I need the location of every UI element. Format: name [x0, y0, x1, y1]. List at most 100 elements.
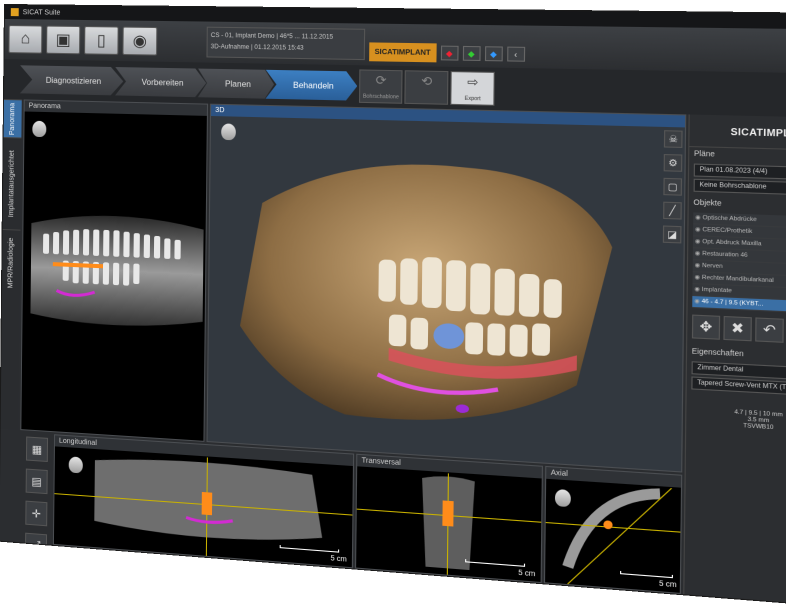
tree-row-label: Rechter Mandibularkanal [702, 275, 774, 285]
object-actions: ✥ ✖ ↶ ↷ [692, 315, 786, 345]
export-button[interactable]: ⇨ Export [451, 71, 496, 106]
brand-tab[interactable]: SICATIMPLANT [369, 42, 436, 62]
red-marker-icon: ◆ [446, 48, 453, 58]
layout-button[interactable]: ▦ [26, 436, 48, 462]
transversal-view[interactable]: Transversal 5 cm [355, 454, 543, 583]
eye-button[interactable]: ◉ [122, 27, 157, 56]
drill-template-edit-button[interactable]: ⟲ [405, 70, 449, 105]
move-button[interactable]: ✥ [692, 315, 720, 340]
scanner-icon: ▣ [56, 30, 71, 50]
gear-icon: ⚙ [668, 157, 677, 169]
bottom-left-tools: ▦ ▤ ✛ ⤢ [25, 436, 52, 566]
eye-icon[interactable]: ◉ [693, 274, 702, 281]
tab-implant-aligned[interactable]: Implantatausgerichtet [3, 137, 22, 230]
layout-icon: ▦ [32, 442, 42, 456]
scanner-button[interactable]: ▣ [46, 26, 80, 55]
tree-row-label: Restauration 46 [702, 251, 748, 259]
template-select[interactable]: Keine Bohrschablone [694, 179, 786, 196]
view-3d[interactable]: 3D ☠ ⚙ ▢ ╱ ◪ [207, 104, 687, 473]
right-panel: SICATIMPLANT Pläne Plan 01.08.2023 (4/4)… [683, 114, 786, 606]
tab-panorama[interactable]: Panorama [4, 99, 22, 137]
delete-icon: ✖ [731, 320, 744, 338]
clip-icon: ◪ [667, 228, 677, 240]
left-view-tabs: Panorama Implantatausgerichtet MPR/Radio… [1, 99, 22, 430]
tree-row-label: Implantate [702, 287, 732, 295]
skull-icon: ☠ [668, 133, 677, 145]
blue-marker-icon: ◆ [490, 49, 497, 59]
screen-icon: ▤ [31, 474, 41, 488]
tree-row-label: 46 - 4.7 | 9.5 (KYBT... [702, 299, 764, 308]
brand-logo-text: SICATIMPLANT [730, 126, 786, 139]
drill-edit-icon: ⟲ [421, 74, 432, 89]
undo-icon: ↶ [763, 321, 776, 339]
tab-mpr-radiology[interactable]: MPR/Radiologie [2, 229, 20, 296]
step-plan[interactable]: Planen [198, 69, 274, 99]
brand-logo: SICATIMPLANT [689, 115, 786, 151]
cube-view-button[interactable]: ▢ [663, 178, 682, 196]
collapse-button[interactable]: ‹ [507, 47, 525, 62]
orientation-head-icon-axial[interactable] [555, 489, 571, 507]
panorama-image [21, 113, 206, 425]
crosshair-move-icon: ✥ [700, 318, 713, 336]
settings-view-button[interactable]: ⚙ [664, 154, 683, 172]
eye-icon: ◉ [133, 31, 147, 52]
green-marker-button[interactable]: ◆ [462, 46, 480, 61]
skull-render [218, 119, 659, 454]
patient-line2: 3D-Aufnahme | 01.12.2015 15:43 [211, 42, 361, 56]
axial-view[interactable]: Axial 5 cm [544, 466, 682, 594]
eye-icon[interactable]: ◉ [692, 298, 701, 305]
scale-label-axial: 5 cm [659, 580, 677, 589]
implant-model-select[interactable]: Tapered Screw-Vent MTX (TSVT) [691, 376, 786, 396]
export-label: Export [465, 96, 481, 103]
step-treat[interactable]: Behandeln [265, 70, 357, 101]
screenshot-button[interactable]: ▤ [26, 469, 48, 495]
delete-button[interactable]: ✖ [723, 316, 751, 341]
undo-button[interactable]: ↶ [755, 317, 784, 342]
step-prepare[interactable]: Vorbereiten [115, 67, 206, 97]
app-logo-icon [11, 8, 19, 16]
blue-marker-button[interactable]: ◆ [484, 46, 502, 61]
object-tree: ◉ Optische Abdrücke ◉ CEREC/Prothetik ◉ Opt… [692, 212, 786, 314]
eye-icon[interactable]: ◉ [693, 227, 702, 234]
view-3d-tools: ☠ ⚙ ▢ ╱ ◪ [663, 130, 683, 243]
skull-toggle-button[interactable]: ☠ [664, 130, 683, 148]
eye-icon[interactable]: ◉ [693, 262, 702, 269]
tree-row-label: Opt. Abdruck Maxilla [702, 239, 761, 248]
implant-dimensions[interactable]: 4.7 | 9.5 | 10 mm 3.5 mm TSVWB10 [686, 407, 786, 435]
expand-icon: ⤢ [32, 539, 41, 553]
orientation-head-icon-long[interactable] [69, 456, 83, 473]
drill-template-label: Bohrschablone [363, 94, 399, 101]
app-window: SICAT Suite ⌂ ▣ ▯ ◉ CS - 01, Implant Dem… [0, 4, 786, 607]
tree-row-selected[interactable]: ◉ 46 - 4.7 | 9.5 (KYBT... [692, 296, 786, 314]
drill-template-icon: ⟳ [376, 73, 387, 88]
slash-icon: ╱ [669, 205, 675, 217]
export-icon: ⇨ [467, 75, 478, 90]
red-marker-button[interactable]: ◆ [440, 46, 458, 61]
tree-row-label: Optische Abdrücke [703, 215, 757, 223]
tree-row-label: CEREC/Prothetik [702, 227, 752, 235]
panorama-view[interactable]: Panorama [20, 99, 208, 441]
chevron-left-icon: ‹ [514, 49, 517, 59]
scale-label-trans: 5 cm [518, 570, 535, 579]
device-button[interactable]: ▯ [84, 26, 119, 55]
plans-header: Pläne [689, 147, 786, 165]
eye-icon[interactable]: ◉ [692, 286, 701, 293]
plan-select[interactable]: Plan 01.08.2023 (4/4) [694, 164, 786, 181]
eye-icon[interactable]: ◉ [693, 250, 702, 257]
cube-icon: ▢ [668, 181, 678, 193]
expand-button[interactable]: ⤢ [25, 533, 47, 559]
drill-template-button[interactable]: ⟳ Bohrschablone [359, 69, 403, 103]
patient-info[interactable]: CS - 01, Implant Demo | 46*5 ... 11.12.2… [206, 27, 365, 60]
clip-button[interactable]: ◪ [663, 225, 682, 243]
app-title: SICAT Suite [23, 9, 61, 16]
crosshair-button[interactable]: ✛ [25, 501, 47, 527]
tree-row-label: Nerven [702, 263, 723, 270]
scale-label-long: 5 cm [330, 555, 346, 564]
home-button[interactable]: ⌂ [8, 25, 42, 54]
eye-icon[interactable]: ◉ [693, 215, 702, 222]
longitudinal-view[interactable]: Longitudinal 5 cm [53, 434, 354, 568]
step-diagnose[interactable]: Diagnostizieren [20, 65, 124, 95]
eye-icon[interactable]: ◉ [693, 238, 702, 245]
home-icon: ⌂ [20, 30, 30, 48]
cut-plane-button[interactable]: ╱ [663, 202, 682, 220]
